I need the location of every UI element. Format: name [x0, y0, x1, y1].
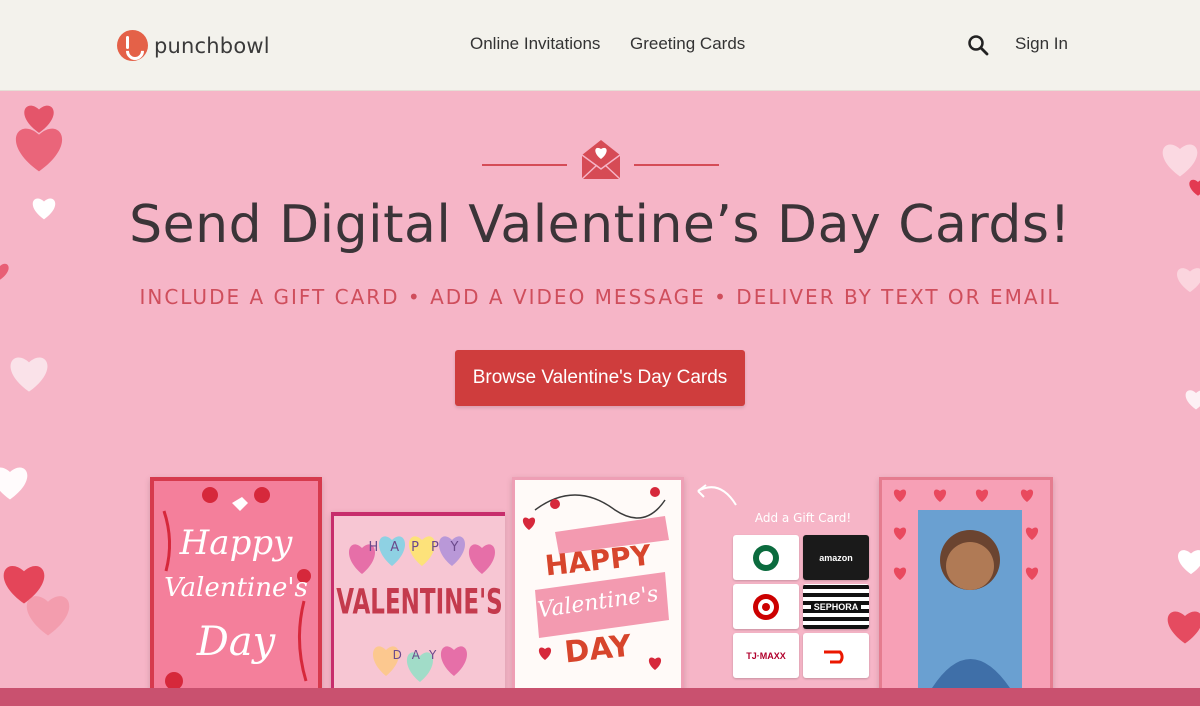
- heart-decoration-icon: [26, 596, 70, 636]
- card-text-valentines: VALENTINE'S: [336, 583, 503, 623]
- hero-subtitle: INCLUDE A GIFT CARD • ADD A VIDEO MESSAG…: [139, 285, 1061, 309]
- heart-decoration-icon: [1185, 390, 1200, 410]
- doordash-logo-icon: [824, 650, 844, 663]
- site-header: punchbowl Online Invitations Greeting Ca…: [0, 0, 1200, 91]
- card-text-day: Day: [196, 619, 276, 665]
- gift-card-brand: TJ·MAXX: [746, 650, 786, 661]
- card-text-valentines: Valentine's: [164, 573, 308, 603]
- heart-decoration-icon: [15, 128, 63, 172]
- bottom-bar: [0, 688, 1200, 706]
- starbucks-gift-card[interactable]: [733, 535, 799, 580]
- starbucks-logo-icon: [753, 544, 779, 571]
- heart-decoration-icon: [10, 357, 48, 392]
- punchbowl-logo-icon: [117, 30, 148, 61]
- curved-arrow-icon: [697, 484, 737, 506]
- target-logo-icon: [753, 593, 779, 620]
- browse-valentines-cards-button[interactable]: Browse Valentine's Day Cards: [455, 350, 745, 406]
- target-gift-card[interactable]: [733, 584, 799, 629]
- gift-card-section: Add a Gift Card! amazon SEPHORA TJ·MAXX: [733, 511, 873, 688]
- card-text-happy: Happy: [179, 523, 293, 563]
- punchbowl-logo[interactable]: punchbowl: [117, 30, 270, 61]
- gift-card-brand: amazon: [819, 552, 853, 563]
- valentine-photo-card[interactable]: [879, 477, 1053, 688]
- heart-decoration-icon: [1178, 550, 1200, 575]
- add-gift-card-label: Add a Gift Card!: [754, 511, 852, 525]
- sign-in-link[interactable]: Sign In: [1015, 34, 1068, 54]
- tjmaxx-gift-card[interactable]: TJ·MAXX: [733, 633, 799, 678]
- sephora-gift-card[interactable]: SEPHORA: [803, 584, 869, 629]
- valentine-card-happy-valentines-day[interactable]: Happy Valentine's Day: [150, 477, 322, 688]
- valentine-card-candy-hearts[interactable]: HAPPY VALENTINE'S DAY: [331, 512, 505, 688]
- card-text-day: DAY: [392, 648, 447, 662]
- nav-online-invitations[interactable]: Online Invitations: [470, 34, 600, 54]
- search-icon[interactable]: [967, 34, 989, 56]
- nav-greeting-cards[interactable]: Greeting Cards: [630, 34, 745, 54]
- doordash-gift-card[interactable]: [803, 633, 869, 678]
- envelope-heart-icon: [581, 140, 621, 180]
- amazon-gift-card[interactable]: amazon: [803, 535, 869, 580]
- heart-decoration-icon: [1167, 611, 1200, 644]
- hero-section: Send Digital Valentine’s Day Cards! INCL…: [0, 91, 1200, 688]
- decorative-line: [634, 164, 719, 166]
- valentine-card-ribbon[interactable]: HAPPY Valentine's DAY: [512, 477, 684, 688]
- heart-border-icon: [882, 480, 1050, 688]
- hero-title: Send Digital Valentine’s Day Cards!: [129, 195, 1071, 255]
- logo-text: punchbowl: [154, 33, 270, 58]
- heart-decoration-icon: [0, 467, 28, 500]
- decorative-line: [482, 164, 567, 166]
- gift-card-brand: SEPHORA: [810, 600, 862, 613]
- card-text-happy: HAPPY: [368, 540, 471, 555]
